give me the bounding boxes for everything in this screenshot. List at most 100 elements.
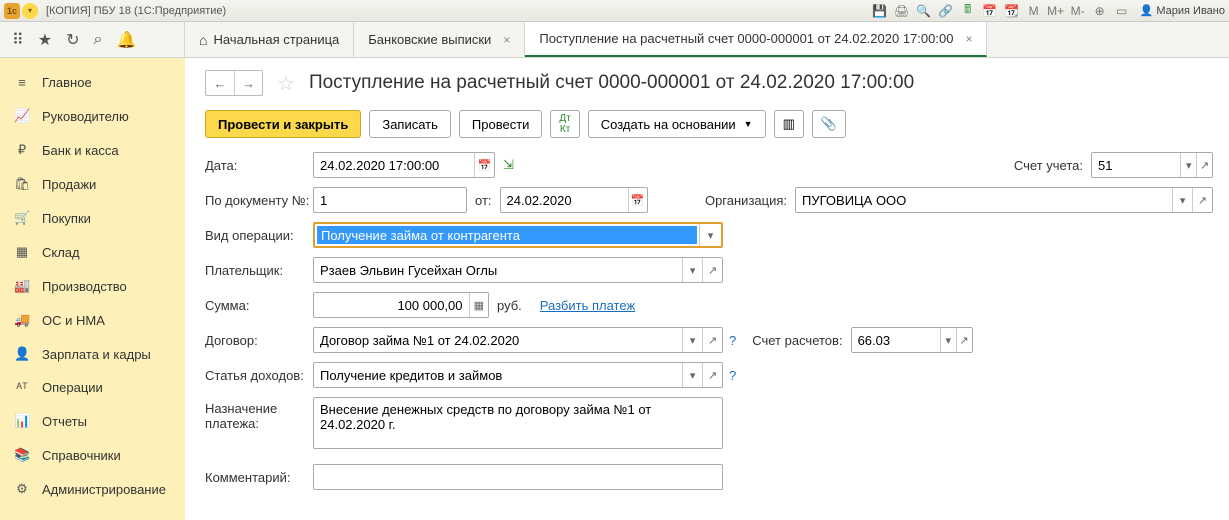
payer-input[interactable] bbox=[314, 258, 682, 282]
link-icon[interactable]: 🔗 bbox=[938, 3, 954, 19]
chevron-down-icon[interactable]: ▾ bbox=[1172, 188, 1192, 212]
sidebar-item-sales[interactable]: 🛍Продажи bbox=[0, 167, 185, 201]
user-label[interactable]: 👤 Мария Ивано bbox=[1140, 4, 1225, 17]
calc-icon[interactable]: ▦ bbox=[469, 293, 488, 317]
sidebar-item-references[interactable]: 📚Справочники bbox=[0, 438, 185, 472]
forward-button[interactable]: → bbox=[234, 71, 262, 95]
history-icon[interactable]: ↻ bbox=[66, 30, 79, 50]
save-icon[interactable]: 💾 bbox=[872, 3, 888, 19]
sidebar-item-assets[interactable]: 🚚ОС и НМА bbox=[0, 303, 185, 337]
open-icon[interactable]: ↗ bbox=[702, 258, 722, 282]
apply-icon[interactable]: ⇲ bbox=[503, 157, 514, 173]
help-icon[interactable]: ? bbox=[729, 333, 736, 348]
split-payment-link[interactable]: Разбить платеж bbox=[540, 298, 635, 313]
open-icon[interactable]: ↗ bbox=[702, 363, 722, 387]
sidebar-item-salary[interactable]: 👤Зарплата и кадры bbox=[0, 337, 185, 371]
bag-icon: 🛍 bbox=[14, 176, 30, 192]
m-minus-icon[interactable]: M- bbox=[1070, 3, 1086, 19]
apps-icon[interactable]: ⠿ bbox=[12, 30, 24, 50]
optype-label: Вид операции: bbox=[205, 228, 313, 243]
star-icon[interactable]: ★ bbox=[38, 30, 52, 50]
sidebar-item-manager[interactable]: 📈Руководителю bbox=[0, 99, 185, 133]
chevron-down-icon[interactable]: ▾ bbox=[682, 363, 702, 387]
chevron-down-icon[interactable]: ▾ bbox=[682, 328, 702, 352]
nav-buttons: ← → bbox=[205, 70, 263, 96]
chevron-down-icon: ▼ bbox=[744, 119, 753, 129]
bell-icon[interactable]: 🔔 bbox=[116, 30, 136, 50]
sidebar-item-reports[interactable]: 📊Отчеты bbox=[0, 404, 185, 438]
favorite-icon[interactable]: ☆ bbox=[277, 71, 295, 96]
factory-icon: 🏭 bbox=[14, 278, 30, 294]
chevron-down-icon[interactable]: ▾ bbox=[682, 258, 702, 282]
sidebar-item-purchases[interactable]: 🛒Покупки bbox=[0, 201, 185, 235]
calendar-icon[interactable]: 📅 bbox=[982, 3, 998, 19]
close-icon[interactable]: × bbox=[503, 33, 510, 47]
docdate-input[interactable] bbox=[501, 188, 628, 212]
open-icon[interactable]: ↗ bbox=[1192, 188, 1212, 212]
calculator-icon[interactable]: 🖩 bbox=[960, 3, 976, 19]
sidebar-item-admin[interactable]: ⚙Администрирование bbox=[0, 472, 185, 506]
save-button[interactable]: Записать bbox=[369, 110, 451, 138]
chevron-down-icon[interactable]: ▾ bbox=[1180, 153, 1196, 177]
sum-input[interactable] bbox=[314, 293, 469, 317]
post-button[interactable]: Провести bbox=[459, 110, 543, 138]
sidebar-item-label: Склад bbox=[42, 245, 80, 260]
create-based-label: Создать на основании bbox=[601, 117, 736, 132]
rub-label: руб. bbox=[497, 298, 522, 313]
help-icon[interactable]: ? bbox=[729, 368, 736, 383]
contract-input[interactable] bbox=[314, 328, 682, 352]
preview-icon[interactable]: 🔍 bbox=[916, 3, 932, 19]
back-button[interactable]: ← bbox=[206, 71, 234, 95]
attach-button[interactable]: 📎 bbox=[812, 110, 846, 138]
account-input[interactable] bbox=[1092, 153, 1180, 177]
sidebar-item-label: Руководителю bbox=[42, 109, 129, 124]
print-icon[interactable]: 🖨 bbox=[894, 3, 910, 19]
dtkt-button[interactable]: ДтКт bbox=[550, 110, 579, 138]
purpose-textarea[interactable]: Внесение денежных средств по договору за… bbox=[313, 397, 723, 449]
books-icon: 📚 bbox=[14, 447, 30, 463]
open-icon[interactable]: ↗ bbox=[1196, 153, 1212, 177]
m-plus-icon[interactable]: M+ bbox=[1048, 3, 1064, 19]
sidebar-item-label: Операции bbox=[42, 380, 103, 395]
post-and-close-button[interactable]: Провести и закрыть bbox=[205, 110, 361, 138]
tab-label: Банковские выписки bbox=[368, 32, 491, 47]
income-art-input[interactable] bbox=[314, 363, 682, 387]
date-input[interactable] bbox=[314, 153, 474, 177]
calendar-icon[interactable]: 📅 bbox=[474, 153, 494, 177]
date-label: Дата: bbox=[205, 158, 313, 173]
truck-icon: 🚚 bbox=[14, 312, 30, 328]
structure-button[interactable]: ▥ bbox=[774, 110, 804, 138]
optype-input[interactable]: Получение займа от контрагента bbox=[317, 226, 697, 244]
open-icon[interactable]: ↗ bbox=[702, 328, 722, 352]
ruble-icon: ₽ bbox=[14, 142, 30, 158]
create-based-button[interactable]: Создать на основании ▼ bbox=[588, 110, 766, 138]
tab-home[interactable]: ⌂ Начальная страница bbox=[185, 22, 354, 57]
tab-receipt[interactable]: Поступление на расчетный счет 0000-00000… bbox=[525, 22, 987, 57]
calc-account-label: Счет расчетов: bbox=[752, 333, 842, 348]
app-menu-dropdown[interactable]: ▾ bbox=[22, 3, 38, 19]
chevron-down-icon[interactable]: ▾ bbox=[940, 328, 956, 352]
window-icon[interactable]: ▭ bbox=[1114, 3, 1130, 19]
chevron-down-icon[interactable]: ▾ bbox=[699, 224, 721, 246]
tab-label: Начальная страница bbox=[213, 32, 339, 47]
sidebar-item-operations[interactable]: ᴬᵀ Операции bbox=[0, 371, 185, 404]
zoom-icon[interactable]: ⊕ bbox=[1092, 3, 1108, 19]
sidebar-item-main[interactable]: ≡Главное bbox=[0, 66, 185, 99]
m-icon[interactable]: M bbox=[1026, 3, 1042, 19]
close-icon[interactable]: × bbox=[965, 32, 972, 46]
sidebar-item-bank[interactable]: ₽Банк и касса bbox=[0, 133, 185, 167]
calc-account-input[interactable] bbox=[852, 328, 940, 352]
sidebar-item-label: Покупки bbox=[42, 211, 91, 226]
sidebar-item-warehouse[interactable]: ▦Склад bbox=[0, 235, 185, 269]
open-icon[interactable]: ↗ bbox=[956, 328, 972, 352]
from-label: от: bbox=[475, 193, 492, 208]
dtkt-icon: ᴬᵀ bbox=[14, 380, 30, 395]
org-input[interactable] bbox=[796, 188, 1172, 212]
calendar-icon[interactable]: 📅 bbox=[628, 188, 647, 212]
sidebar-item-production[interactable]: 🏭Производство bbox=[0, 269, 185, 303]
calendar-alt-icon[interactable]: 📆 bbox=[1004, 3, 1020, 19]
docno-input[interactable] bbox=[314, 188, 466, 212]
tab-bank-statements[interactable]: Банковские выписки × bbox=[354, 22, 525, 57]
search-icon[interactable]: ⌕ bbox=[93, 31, 102, 49]
comment-input[interactable] bbox=[314, 465, 722, 489]
